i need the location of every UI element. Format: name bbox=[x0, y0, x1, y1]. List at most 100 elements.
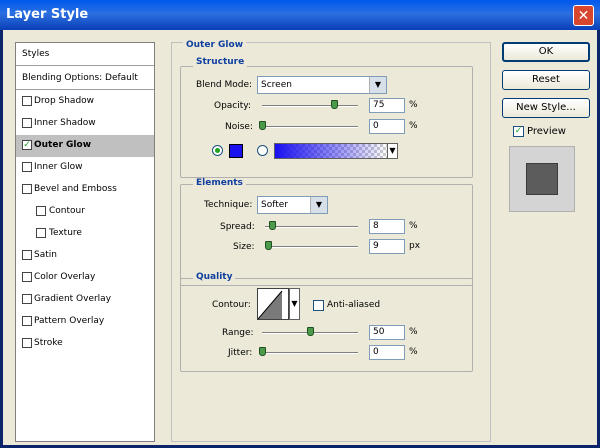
reset-button[interactable]: Reset bbox=[502, 70, 590, 90]
noise-slider-track[interactable] bbox=[262, 126, 358, 128]
size-slider-track[interactable] bbox=[265, 246, 358, 248]
style-item-label: Drop Shadow bbox=[34, 96, 95, 106]
preview-label[interactable]: Preview bbox=[527, 126, 566, 137]
glow-gradient-picker[interactable] bbox=[274, 143, 388, 159]
gradient-radio[interactable] bbox=[257, 145, 268, 156]
spread-input[interactable]: 8 bbox=[369, 219, 405, 234]
range-unit: % bbox=[409, 327, 418, 337]
jitter-input[interactable]: 0 bbox=[369, 345, 405, 360]
style-item[interactable]: Color Overlay bbox=[16, 267, 154, 289]
title-bar[interactable]: Layer Style ✕ bbox=[0, 0, 600, 30]
style-item[interactable]: Pattern Overlay bbox=[16, 311, 154, 333]
blend-mode-value: Screen bbox=[261, 80, 292, 90]
style-item-label: Bevel and Emboss bbox=[34, 184, 117, 194]
opacity-slider-track[interactable] bbox=[262, 105, 358, 107]
glow-color-swatch[interactable] bbox=[229, 144, 243, 158]
style-item-checkbox[interactable] bbox=[22, 184, 32, 194]
chevron-down-icon[interactable]: ▼ bbox=[289, 288, 300, 320]
style-item-label: Gradient Overlay bbox=[34, 294, 112, 304]
structure-title: Structure bbox=[193, 57, 248, 67]
size-label: Size: bbox=[233, 242, 255, 252]
outer-glow-title: Outer Glow bbox=[183, 40, 247, 50]
noise-unit: % bbox=[409, 121, 418, 131]
chevron-down-icon: ▼ bbox=[310, 197, 327, 213]
size-slider-thumb[interactable] bbox=[265, 241, 273, 250]
styles-header-label: Styles bbox=[22, 49, 50, 59]
technique-value: Softer bbox=[261, 200, 288, 210]
jitter-slider-track[interactable] bbox=[262, 352, 358, 354]
style-item-checkbox[interactable] bbox=[22, 162, 32, 172]
spread-slider-thumb[interactable] bbox=[269, 221, 277, 230]
style-item[interactable]: Stroke bbox=[16, 333, 154, 355]
blend-mode-select[interactable]: Screen ▼ bbox=[257, 76, 387, 94]
styles-list: Styles Blending Options: Default Drop Sh… bbox=[15, 42, 155, 442]
chevron-down-icon: ▼ bbox=[369, 77, 386, 93]
opacity-input[interactable]: 75 bbox=[369, 98, 405, 113]
contour-curve-icon bbox=[258, 290, 283, 319]
window-title: Layer Style bbox=[6, 7, 89, 22]
contour-picker[interactable] bbox=[257, 288, 289, 320]
style-item[interactable]: Inner Glow bbox=[16, 157, 154, 179]
style-item-label: Outer Glow bbox=[34, 140, 92, 150]
style-item-label: Satin bbox=[34, 250, 57, 260]
divider bbox=[16, 65, 154, 66]
style-item-label: Contour bbox=[49, 206, 85, 216]
new-style-button[interactable]: New Style... bbox=[502, 98, 590, 118]
jitter-slider-thumb[interactable] bbox=[259, 347, 266, 356]
opacity-slider-thumb[interactable] bbox=[331, 100, 338, 109]
style-item[interactable]: Bevel and Emboss bbox=[16, 179, 154, 201]
dialog-body: Styles Blending Options: Default Drop Sh… bbox=[3, 30, 597, 445]
style-item[interactable]: Satin bbox=[16, 245, 154, 267]
elements-title: Elements bbox=[193, 178, 246, 188]
anti-aliased-checkbox[interactable] bbox=[313, 300, 324, 311]
style-item-checkbox[interactable] bbox=[36, 228, 46, 238]
style-item-checkbox[interactable] bbox=[22, 294, 32, 304]
style-item-checkbox[interactable] bbox=[36, 206, 46, 216]
style-item-label: Texture bbox=[49, 228, 82, 238]
style-item-checkbox[interactable] bbox=[22, 272, 32, 282]
noise-label: Noise: bbox=[225, 122, 253, 132]
technique-label: Technique: bbox=[204, 200, 253, 210]
style-item[interactable]: Contour bbox=[16, 201, 154, 223]
style-item[interactable]: Drop Shadow bbox=[16, 91, 154, 113]
style-preview-swatch bbox=[526, 163, 558, 195]
style-item[interactable]: Gradient Overlay bbox=[16, 289, 154, 311]
preview-checkbox[interactable]: ✓ bbox=[513, 126, 524, 137]
style-item-checkbox[interactable] bbox=[22, 250, 32, 260]
style-item-checkbox[interactable]: ✓ bbox=[22, 140, 32, 150]
style-item-label: Stroke bbox=[34, 338, 63, 348]
style-item[interactable]: Inner Shadow bbox=[16, 113, 154, 135]
divider bbox=[16, 89, 154, 90]
jitter-unit: % bbox=[409, 347, 418, 357]
range-input[interactable]: 50 bbox=[369, 325, 405, 340]
blending-options-item[interactable]: Blending Options: Default bbox=[16, 67, 154, 89]
range-slider-thumb[interactable] bbox=[307, 327, 314, 336]
ok-button[interactable]: OK bbox=[502, 42, 590, 62]
style-item-checkbox[interactable] bbox=[22, 338, 32, 348]
style-item-label: Inner Shadow bbox=[34, 118, 96, 128]
anti-aliased-label[interactable]: Anti-aliased bbox=[327, 300, 380, 310]
quality-group bbox=[180, 278, 473, 372]
size-unit: px bbox=[409, 241, 421, 251]
layer-style-dialog: Layer Style ✕ Styles Blending Options: D… bbox=[0, 0, 600, 448]
styles-header[interactable]: Styles bbox=[16, 43, 154, 65]
close-icon[interactable]: ✕ bbox=[573, 5, 594, 26]
opacity-unit: % bbox=[409, 100, 418, 110]
technique-select[interactable]: Softer ▼ bbox=[257, 196, 328, 214]
quality-title: Quality bbox=[193, 272, 236, 282]
noise-slider-thumb[interactable] bbox=[259, 121, 266, 130]
style-item-checkbox[interactable] bbox=[22, 118, 32, 128]
style-item-label: Inner Glow bbox=[34, 162, 83, 172]
size-input[interactable]: 9 bbox=[369, 239, 405, 254]
spread-label: Spread: bbox=[220, 222, 255, 232]
chevron-down-icon[interactable]: ▼ bbox=[387, 143, 398, 159]
style-item-checkbox[interactable] bbox=[22, 96, 32, 106]
noise-input[interactable]: 0 bbox=[369, 119, 405, 134]
style-item-checkbox[interactable] bbox=[22, 316, 32, 326]
style-item[interactable]: Texture bbox=[16, 223, 154, 245]
spread-unit: % bbox=[409, 221, 418, 231]
range-label: Range: bbox=[222, 328, 254, 338]
spread-slider-track[interactable] bbox=[265, 226, 358, 228]
style-item[interactable]: ✓ Outer Glow bbox=[16, 135, 154, 157]
solid-color-radio[interactable] bbox=[212, 145, 223, 156]
